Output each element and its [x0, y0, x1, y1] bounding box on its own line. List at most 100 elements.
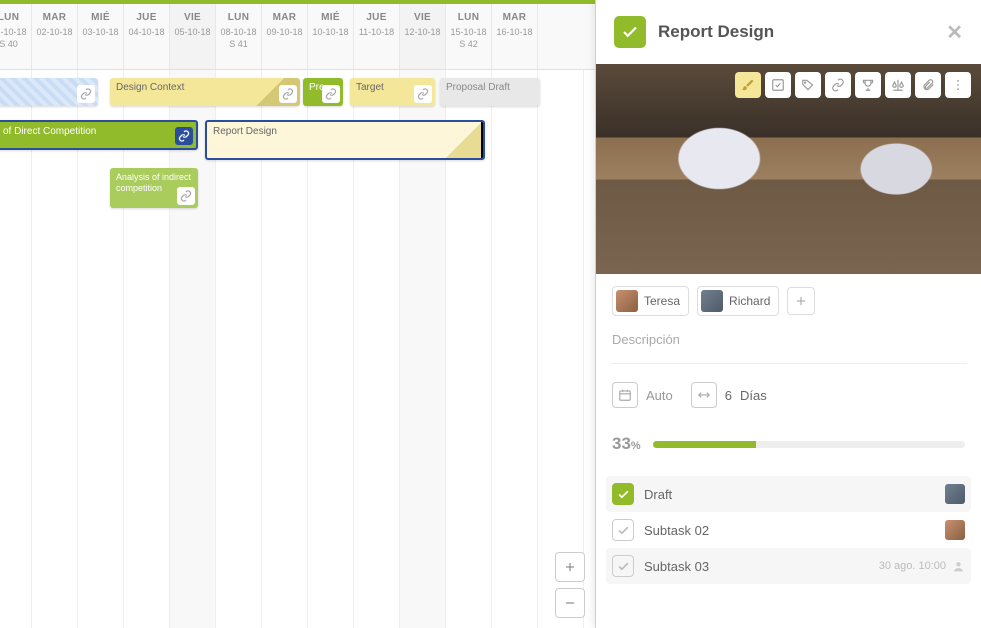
gantt-bar-hatched[interactable]: [0, 78, 98, 106]
col-day: MAR: [262, 12, 307, 23]
more-icon[interactable]: [945, 72, 971, 98]
subtask-label: Draft: [644, 487, 935, 502]
avatar: [616, 290, 638, 312]
progress-bar[interactable]: [653, 441, 965, 448]
col-date: 08-10-18: [216, 27, 261, 37]
assignee-chip[interactable]: Teresa: [612, 286, 689, 316]
gantt-column: VIE 12-10-18: [400, 4, 446, 69]
zoom-controls: [555, 552, 585, 618]
gantt-body: Design Context Pre Target Proposal Draft…: [0, 70, 595, 628]
assignee-name: Teresa: [644, 294, 680, 308]
col-date: 04-10-18: [124, 27, 169, 37]
avatar: [701, 290, 723, 312]
col-date: 12-10-18: [400, 27, 445, 37]
duration-unit: Días: [740, 388, 767, 403]
attachment-icon[interactable]: [915, 72, 941, 98]
panel-header: Report Design ✕: [596, 0, 981, 64]
trophy-icon[interactable]: [855, 72, 881, 98]
col-date: 11-10-18: [354, 27, 399, 37]
progress-fill: [653, 441, 756, 448]
zoom-out-button[interactable]: [555, 588, 585, 618]
col-day: MIÉ: [78, 12, 123, 23]
bar-label: Proposal Draft: [446, 82, 510, 93]
col-date: 16-10-18: [492, 27, 537, 37]
subtask-row[interactable]: Draft: [606, 476, 971, 512]
link-icon[interactable]: [825, 72, 851, 98]
link-icon[interactable]: [175, 127, 193, 145]
col-day: JUE: [124, 12, 169, 23]
progress-row: 33%: [596, 426, 981, 470]
gantt-bar-target[interactable]: Target: [350, 78, 435, 106]
gantt-column: MAR16-10-18: [492, 4, 538, 69]
link-icon[interactable]: [279, 85, 297, 103]
gantt-column: MIÉ 03-10-18: [78, 4, 124, 69]
gantt-bar-indirect-competition[interactable]: Analysis of indirect competition: [110, 168, 198, 208]
hero-toolbar: [735, 72, 971, 98]
bar-label: Design Context: [116, 82, 184, 93]
link-icon[interactable]: [77, 85, 95, 103]
col-date: 09-10-18: [262, 27, 307, 37]
gantt-column: MAR 09-10-18: [262, 4, 308, 69]
gantt-column: MIÉ 10-10-18: [308, 4, 354, 69]
subtask-checkbox[interactable]: [612, 519, 634, 541]
bar-label: Target: [356, 82, 384, 93]
col-day: VIE: [170, 12, 215, 23]
task-complete-toggle[interactable]: [614, 16, 646, 48]
col-date: 05-10-18: [170, 27, 215, 37]
gantt-column: JUE 11-10-18: [354, 4, 400, 69]
subtask-checkbox[interactable]: [612, 555, 634, 577]
assignee-chip[interactable]: Richard: [697, 286, 779, 316]
bar-label: sis of Direct Competition: [0, 126, 96, 137]
subtask-meta: 30 ago. 10:00: [879, 560, 965, 573]
subtask-row[interactable]: Subtask 03 30 ago. 10:00: [606, 548, 971, 584]
gantt-bar-report-design[interactable]: Report Design: [205, 120, 485, 160]
gantt-bar-proposal-draft[interactable]: Proposal Draft: [440, 78, 540, 106]
description-placeholder[interactable]: Descripción: [596, 328, 981, 363]
gantt-column: LUN01-10-18S 40: [0, 4, 32, 69]
arrows-icon: [691, 382, 717, 408]
col-day: VIE: [400, 12, 445, 23]
col-date: 01-10-18: [0, 27, 31, 37]
duration[interactable]: 6 Días: [691, 382, 767, 408]
subtask-checkbox[interactable]: [612, 483, 634, 505]
col-date: 03-10-18: [78, 27, 123, 37]
gantt-column: VIE 05-10-18: [170, 4, 216, 69]
gantt-column: JUE 04-10-18: [124, 4, 170, 69]
gantt-bar-direct-competition[interactable]: sis of Direct Competition: [0, 120, 198, 150]
gantt-column: LUN 08-10-18 S 41: [216, 4, 262, 69]
col-day: LUN: [446, 12, 491, 23]
balance-icon[interactable]: [885, 72, 911, 98]
add-assignee-button[interactable]: [787, 287, 815, 315]
zoom-in-button[interactable]: [555, 552, 585, 582]
subtask-label: Subtask 02: [644, 523, 935, 538]
bar-label: Report Design: [213, 126, 277, 137]
panel-title: Report Design: [658, 22, 934, 42]
checklist-icon[interactable]: [765, 72, 791, 98]
gantt-timeline: LUN01-10-18S 40MAR02-10-18MIÉ03-10-18JUE…: [0, 0, 596, 628]
col-date: 02-10-18: [32, 27, 77, 37]
brush-icon[interactable]: [735, 72, 761, 98]
col-day: JUE: [354, 12, 399, 23]
gantt-bar-design-context[interactable]: Design Context: [110, 78, 300, 106]
col-week: S 41: [216, 39, 261, 49]
assignees-row: Teresa Richard: [596, 274, 981, 328]
avatar: [945, 484, 965, 504]
date-auto[interactable]: Auto: [612, 382, 673, 408]
link-icon[interactable]: [177, 187, 195, 205]
subtask-label: Subtask 03: [644, 559, 869, 574]
close-icon[interactable]: ✕: [946, 20, 963, 45]
user-icon: [952, 560, 965, 573]
gantt-column-headers: LUN01-10-18S 40MAR02-10-18MIÉ03-10-18JUE…: [0, 4, 595, 70]
col-week: S 42: [446, 39, 491, 49]
col-day: MIÉ: [308, 12, 353, 23]
gantt-bar-pre[interactable]: Pre: [303, 78, 343, 106]
subtask-row[interactable]: Subtask 02: [606, 512, 971, 548]
tag-icon[interactable]: [795, 72, 821, 98]
link-icon[interactable]: [414, 85, 432, 103]
col-date: 10-10-18: [308, 27, 353, 37]
col-day: MAR: [32, 12, 77, 23]
col-day: LUN: [216, 12, 261, 23]
link-icon[interactable]: [322, 85, 340, 103]
subtask-list: Draft Subtask 02 Subtask 03 30 ago. 10:00: [596, 470, 981, 590]
duration-value: 6: [725, 388, 732, 403]
